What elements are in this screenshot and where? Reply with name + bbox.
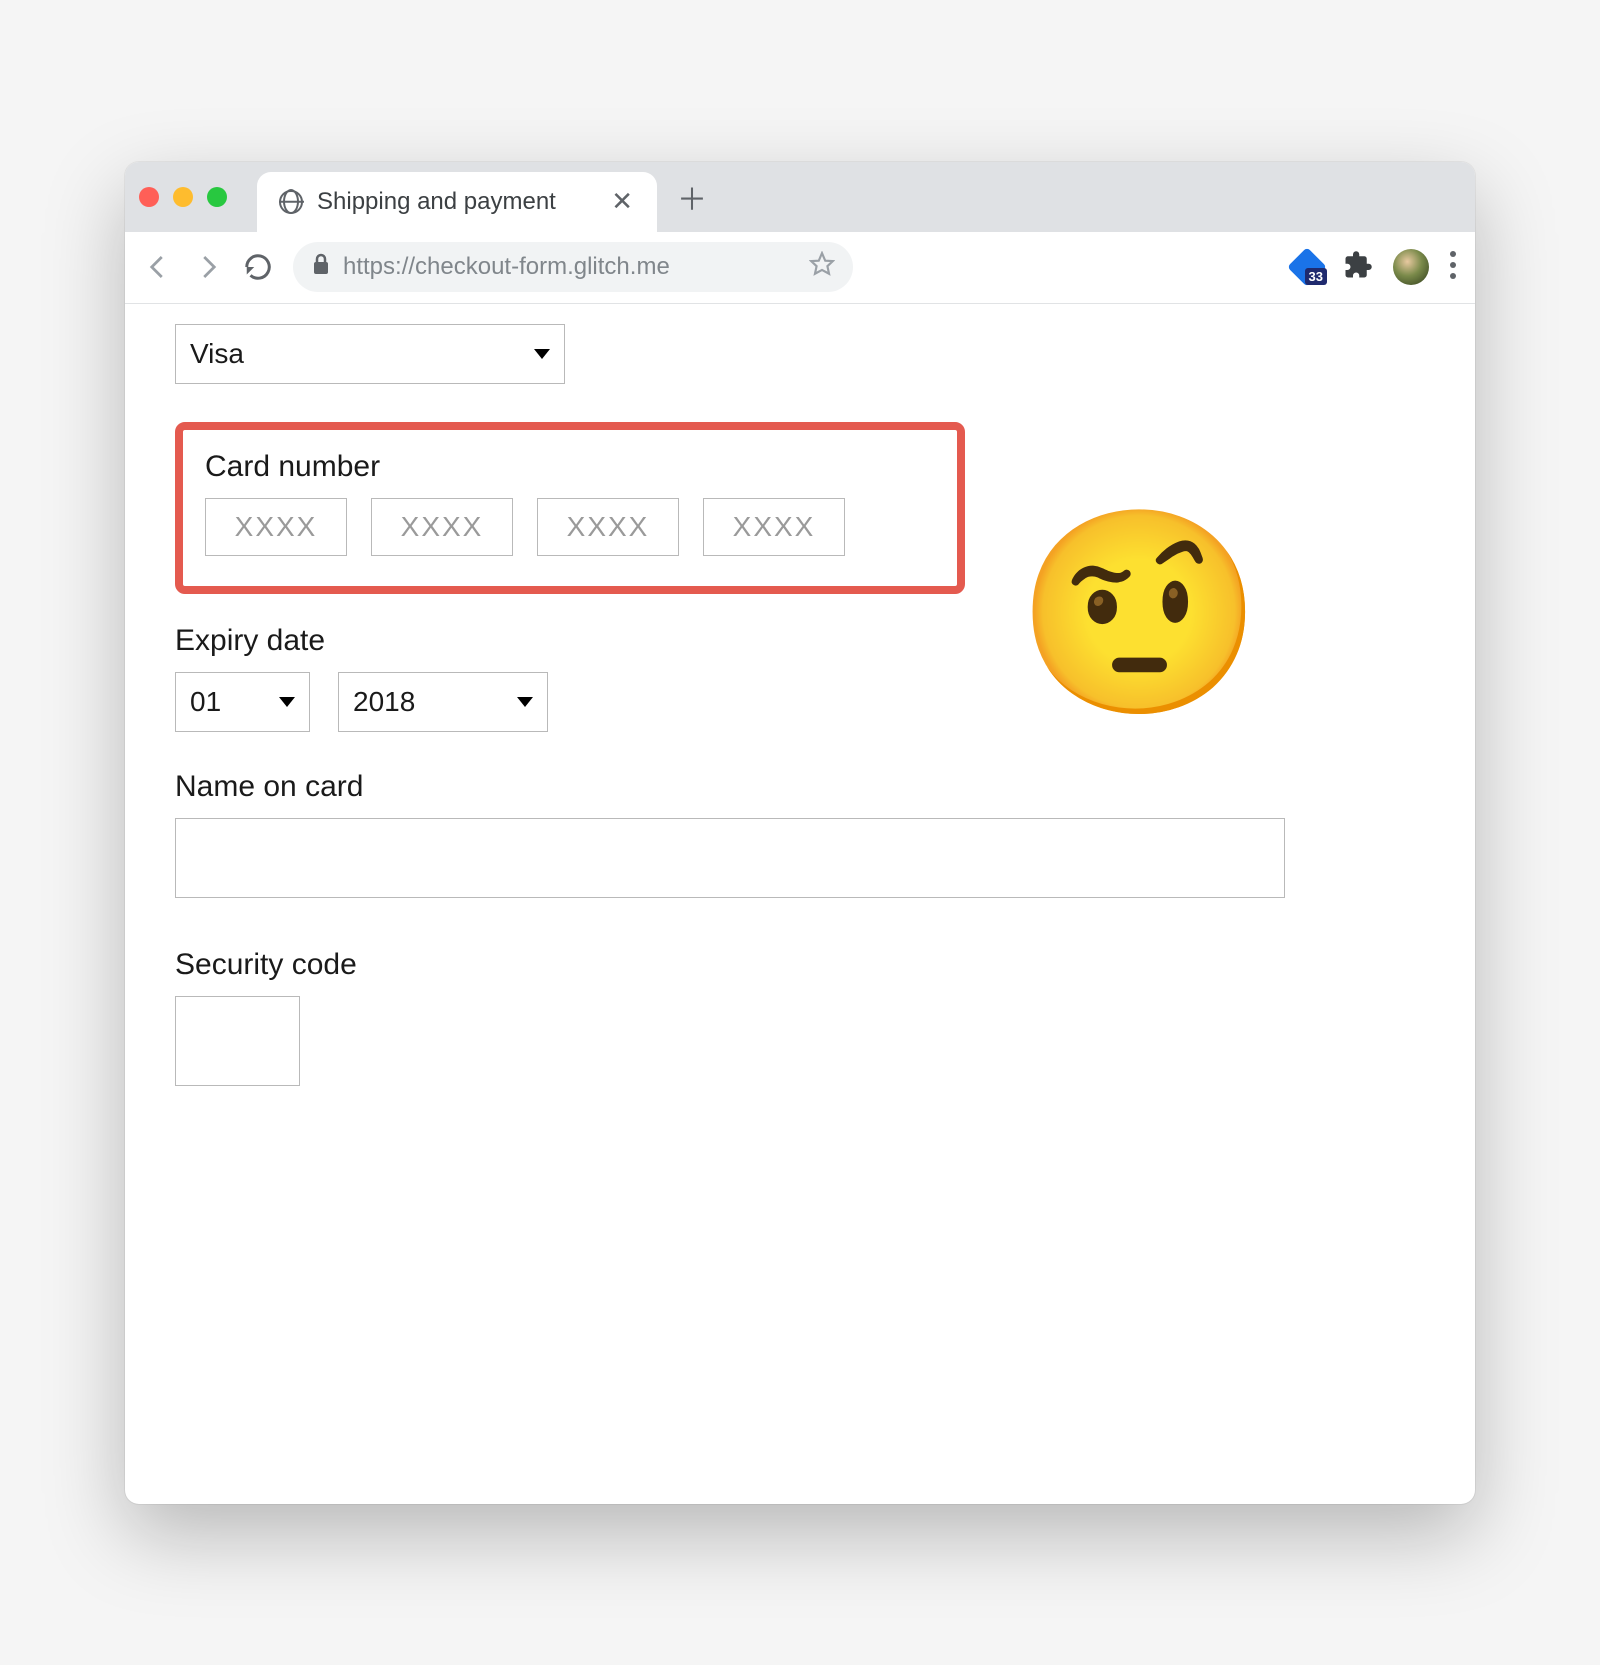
card-type-select[interactable]: Visa: [175, 324, 565, 384]
reload-button[interactable]: [243, 252, 273, 282]
browser-toolbar: https://checkout-form.glitch.me 33: [125, 232, 1475, 304]
extension-badge-count: 33: [1305, 268, 1327, 285]
extension-badge[interactable]: 33: [1291, 251, 1323, 283]
card-number-inputs: [205, 498, 935, 556]
page-content: Visa Card number 🤨 Expiry date 01 2018: [125, 304, 1475, 1504]
card-number-highlight: Card number: [175, 422, 965, 594]
new-tab-button[interactable]: ＋: [677, 175, 707, 219]
name-on-card-input[interactable]: [175, 818, 1285, 898]
globe-icon: [279, 190, 303, 214]
card-number-seg-3[interactable]: [537, 498, 679, 556]
browser-window: Shipping and payment ✕ ＋ https://checkou…: [125, 162, 1475, 1504]
security-code-label: Security code: [175, 948, 1425, 982]
titlebar: Shipping and payment ✕ ＋: [125, 162, 1475, 232]
close-tab-icon[interactable]: ✕: [605, 186, 639, 217]
card-number-seg-2[interactable]: [371, 498, 513, 556]
close-window-button[interactable]: [139, 187, 159, 207]
address-bar[interactable]: https://checkout-form.glitch.me: [293, 242, 853, 292]
extensions-puzzle-icon[interactable]: [1343, 250, 1373, 285]
url-text: https://checkout-form.glitch.me: [343, 253, 797, 281]
bookmark-star-icon[interactable]: [809, 251, 835, 284]
security-code-input[interactable]: [175, 996, 300, 1086]
lock-icon: [311, 253, 331, 282]
profile-avatar[interactable]: [1393, 249, 1429, 285]
raised-eyebrow-emoji-icon: 🤨: [1015, 514, 1264, 714]
browser-tab[interactable]: Shipping and payment ✕: [257, 172, 657, 232]
expiry-month-select[interactable]: 01: [175, 672, 310, 732]
name-on-card-label: Name on card: [175, 770, 1425, 804]
browser-menu-button[interactable]: [1449, 250, 1457, 285]
name-on-card-field: Name on card: [175, 770, 1425, 898]
card-number-seg-1[interactable]: [205, 498, 347, 556]
tab-title: Shipping and payment: [317, 188, 591, 216]
card-number-seg-4[interactable]: [703, 498, 845, 556]
extensions-area: 33: [1291, 249, 1457, 285]
window-controls: [139, 187, 227, 207]
security-code-field: Security code: [175, 948, 1425, 1086]
card-number-label: Card number: [205, 450, 935, 484]
expiry-year-select[interactable]: 2018: [338, 672, 548, 732]
minimize-window-button[interactable]: [173, 187, 193, 207]
card-type-field: Visa: [175, 324, 1425, 384]
back-button[interactable]: [143, 252, 173, 282]
maximize-window-button[interactable]: [207, 187, 227, 207]
forward-button[interactable]: [193, 252, 223, 282]
